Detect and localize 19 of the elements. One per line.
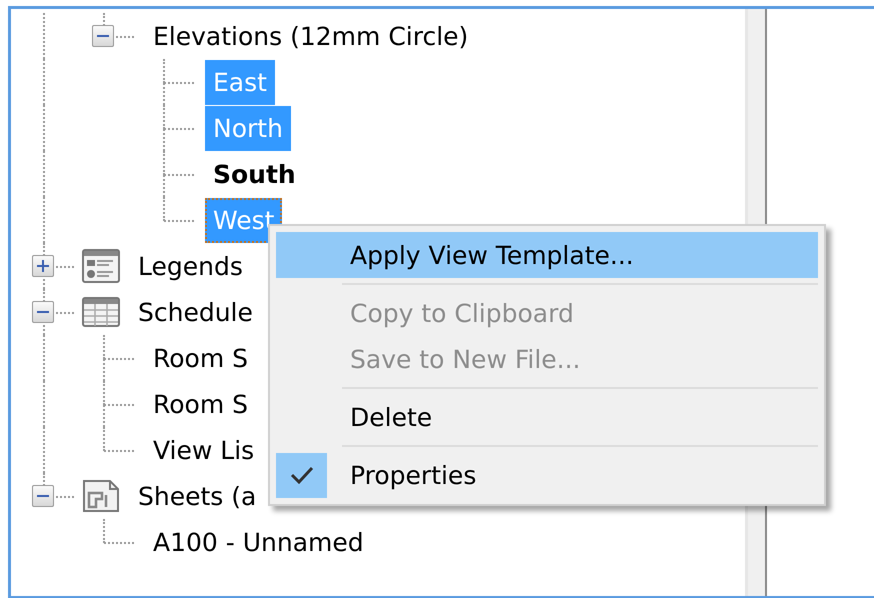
sheet-icon <box>82 479 120 513</box>
tree-item[interactable]: South <box>205 152 304 196</box>
tree-item[interactable]: Legends <box>130 244 251 288</box>
tree-item[interactable]: Room S <box>145 336 256 380</box>
collapse-toggle[interactable] <box>92 25 114 47</box>
legend-icon <box>82 249 120 283</box>
tree-item[interactable]: Elevations (12mm Circle) <box>145 14 476 58</box>
menu-item[interactable]: Properties <box>276 452 818 498</box>
tree-item[interactable]: View Lis <box>145 428 262 472</box>
table-icon <box>82 295 120 329</box>
menu-item[interactable]: Apply View Template... <box>276 232 818 278</box>
tree-item[interactable]: Room S <box>145 382 256 426</box>
menu-item[interactable]: Delete <box>276 394 818 440</box>
tree-item[interactable]: Schedule <box>130 290 261 334</box>
expand-toggle[interactable] <box>32 255 54 277</box>
collapse-toggle[interactable] <box>32 301 54 323</box>
tree-item[interactable]: A100 - Unnamed <box>145 520 372 564</box>
collapse-toggle[interactable] <box>32 485 54 507</box>
tree-item[interactable]: Sheets (a <box>130 474 264 518</box>
